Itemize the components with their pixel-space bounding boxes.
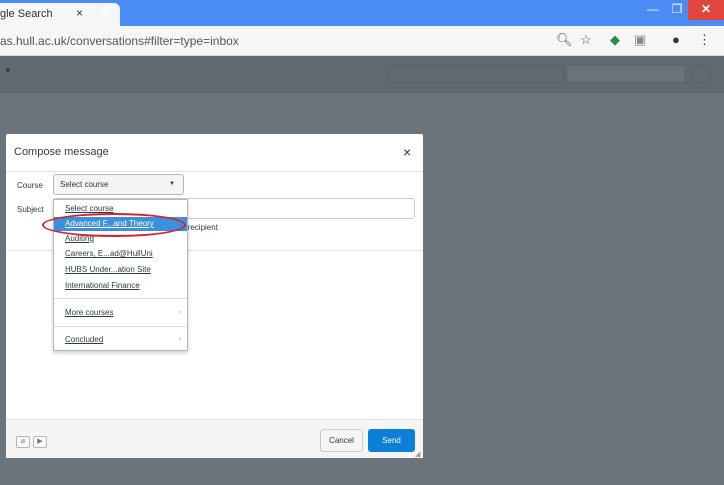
- attachment-icon[interactable]: ⌀: [16, 436, 30, 448]
- bookmark-star-icon[interactable]: ☆: [580, 32, 592, 48]
- dropdown-item-hubs[interactable]: HUBS Under...ation Site: [54, 263, 187, 277]
- media-icon[interactable]: ▶: [33, 436, 47, 448]
- tab-title: gle Search: [0, 8, 53, 20]
- chevron-right-icon: ›: [178, 336, 181, 343]
- modal-footer: ⌀ ▶ Cancel Send: [6, 419, 423, 458]
- search-input[interactable]: [566, 65, 686, 83]
- extension-icon[interactable]: ◆: [610, 32, 620, 48]
- dropdown-item-concluded[interactable]: Concluded ›: [54, 333, 187, 347]
- inbox-toolbar: ▼: [0, 56, 724, 93]
- dropdown-item-international-finance[interactable]: International Finance: [54, 279, 187, 293]
- tab-close-icon[interactable]: ×: [76, 6, 83, 20]
- modal-title: Compose message: [14, 146, 109, 158]
- menu-icon[interactable]: ⋮: [698, 32, 711, 48]
- dropdown-divider: [54, 298, 187, 299]
- close-icon[interactable]: ×: [403, 144, 411, 160]
- url-field[interactable]: as.hull.ac.uk/conversations#filter=type=…: [0, 34, 239, 48]
- dropdown-item-more-courses[interactable]: More courses ›: [54, 306, 187, 320]
- more-courses-label: More courses: [65, 308, 114, 317]
- concluded-label: Concluded: [65, 335, 104, 344]
- resize-handle-icon[interactable]: ◢: [415, 450, 420, 458]
- course-select-value: Select course: [60, 180, 109, 189]
- extension-2-icon[interactable]: ▣: [634, 32, 646, 48]
- subject-label: Subject: [17, 205, 44, 214]
- profile-icon[interactable]: ●: [672, 32, 680, 47]
- settings-icon[interactable]: [692, 65, 710, 83]
- modal-header: Compose message ×: [6, 134, 423, 172]
- address-bar: as.hull.ac.uk/conversations#filter=type=…: [0, 26, 724, 56]
- course-select[interactable]: Select course ▼: [53, 174, 184, 195]
- annotation-ellipse: [42, 213, 186, 237]
- browser-tabbar: gle Search × + — ❐ ✕: [0, 0, 724, 26]
- window-close-icon[interactable]: ✕: [688, 0, 724, 20]
- toolbar-actions[interactable]: [388, 65, 564, 83]
- window-restore-icon[interactable]: ❐: [666, 0, 688, 20]
- send-button[interactable]: Send: [368, 429, 415, 452]
- cancel-button[interactable]: Cancel: [320, 429, 363, 452]
- course-label: Course: [17, 181, 43, 190]
- dropdown-item-careers[interactable]: Careers, E...ad@HullUni: [54, 247, 187, 261]
- chevron-down-icon: ▼: [169, 181, 175, 187]
- new-tab-icon[interactable]: +: [100, 3, 109, 21]
- zoom-icon[interactable]: 🔍︎: [556, 32, 573, 48]
- window-minimize-icon[interactable]: —: [640, 0, 666, 20]
- filter-dropdown-icon[interactable]: ▼: [4, 66, 22, 82]
- chevron-right-icon: ›: [178, 309, 181, 316]
- dropdown-divider: [54, 326, 187, 327]
